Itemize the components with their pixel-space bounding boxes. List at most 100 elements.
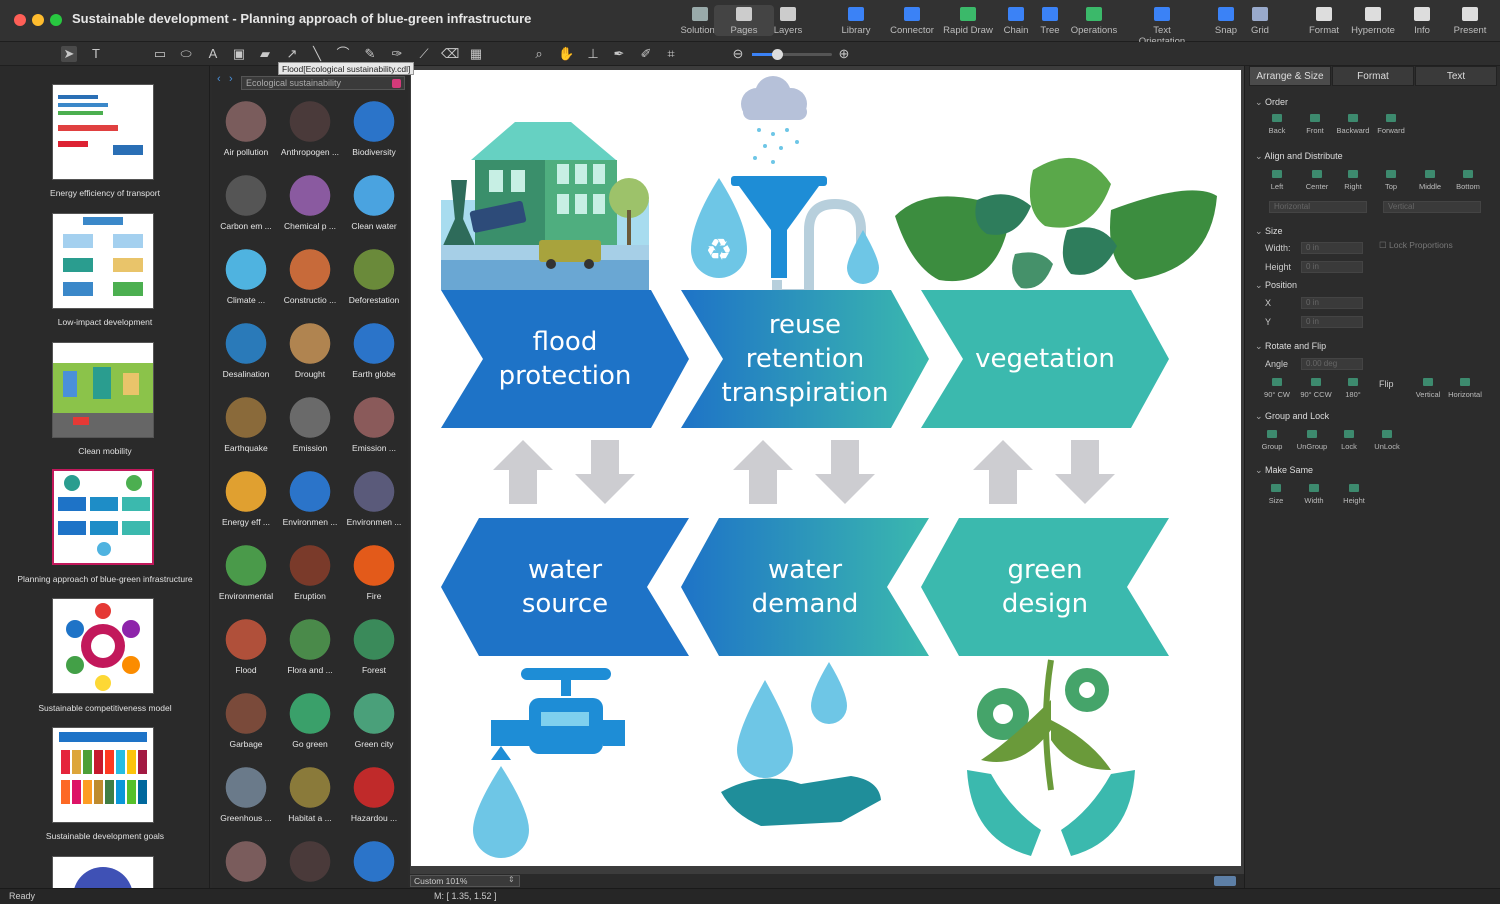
zoom-slider[interactable] bbox=[752, 49, 832, 60]
zoom-window-button[interactable] bbox=[50, 14, 62, 26]
distribute-horizontal-select[interactable]: Horizontal bbox=[1269, 201, 1367, 213]
canvas-area[interactable]: ♻ flood protection reuse retention trans… bbox=[410, 66, 1244, 874]
same-1-button[interactable]: Width bbox=[1295, 484, 1333, 505]
library-item[interactable]: Habitat a ... bbox=[278, 760, 342, 823]
arc-tool-icon[interactable]: ⌒ bbox=[335, 46, 351, 62]
x-field[interactable]: 0 in bbox=[1301, 297, 1363, 309]
toolbar-operations-button[interactable]: Operations bbox=[1064, 5, 1124, 36]
library-selector[interactable]: Ecological sustainability bbox=[241, 76, 405, 90]
text-tool-icon[interactable]: A bbox=[205, 46, 221, 62]
library-item[interactable] bbox=[342, 834, 406, 884]
flip-0-button[interactable]: Vertical bbox=[1409, 378, 1447, 399]
page-thumb-bluegreen[interactable] bbox=[52, 469, 154, 565]
library-item[interactable]: Climate ... bbox=[214, 242, 278, 305]
toolbar-present-button[interactable]: Present bbox=[1440, 5, 1500, 36]
library-item[interactable]: Eruption bbox=[278, 538, 342, 601]
label-tool-icon[interactable]: ▣ bbox=[231, 46, 247, 62]
zoom-select[interactable]: Custom 101% bbox=[410, 875, 520, 887]
zoom-out-icon[interactable]: ⊖ bbox=[730, 46, 746, 62]
group-0-button[interactable]: Group bbox=[1253, 430, 1291, 451]
align-5-button[interactable]: Bottom bbox=[1449, 170, 1487, 191]
format-painter-icon[interactable]: ✐ bbox=[638, 46, 654, 62]
align-3-button[interactable]: Top bbox=[1372, 170, 1410, 191]
stamp-icon[interactable]: ⊥ bbox=[585, 46, 601, 62]
library-item[interactable]: Earthquake bbox=[214, 390, 278, 453]
angle-field[interactable]: 0.00 deg bbox=[1301, 358, 1363, 370]
library-item[interactable]: Garbage bbox=[214, 686, 278, 749]
align-section[interactable]: Align and Distribute bbox=[1255, 151, 1343, 162]
order-1-button[interactable]: Front bbox=[1296, 114, 1334, 135]
distribute-vertical-select[interactable]: Vertical bbox=[1383, 201, 1481, 213]
library-item[interactable]: Carbon em ... bbox=[214, 168, 278, 231]
eraser-tool-icon[interactable]: ⌫ bbox=[441, 46, 459, 62]
text-box-tool-icon[interactable]: T bbox=[88, 46, 104, 62]
library-item[interactable]: Forest bbox=[342, 612, 406, 675]
size-section[interactable]: Size bbox=[1255, 226, 1283, 237]
position-section[interactable]: Position bbox=[1255, 280, 1297, 291]
order-3-button[interactable]: Forward bbox=[1372, 114, 1410, 135]
page-thumb-lid[interactable] bbox=[52, 213, 154, 309]
page-thumb-energy[interactable] bbox=[52, 84, 154, 180]
order-2-button[interactable]: Backward bbox=[1334, 114, 1372, 135]
library-item[interactable] bbox=[278, 834, 342, 884]
align-0-button[interactable]: Left bbox=[1258, 170, 1296, 191]
zoom-in-icon[interactable]: ⊕ bbox=[836, 46, 852, 62]
group-3-button[interactable]: UnLock bbox=[1368, 430, 1406, 451]
align-2-button[interactable]: Right bbox=[1334, 170, 1372, 191]
library-item[interactable]: Flora and ... bbox=[278, 612, 342, 675]
page-thumb-social[interactable] bbox=[52, 856, 154, 888]
library-item[interactable]: Hazardou ... bbox=[342, 760, 406, 823]
align-1-button[interactable]: Center bbox=[1298, 170, 1336, 191]
table-tool-icon[interactable]: ▦ bbox=[468, 46, 484, 62]
library-item[interactable]: Deforestation bbox=[342, 242, 406, 305]
bezier-tool-icon[interactable]: ✑ bbox=[389, 46, 405, 62]
pen-tool-icon[interactable]: ✎ bbox=[362, 46, 378, 62]
lock-proportions-checkbox[interactable]: ☐ Lock Proportions bbox=[1379, 240, 1453, 251]
tab-text[interactable]: Text bbox=[1415, 66, 1497, 86]
library-item[interactable]: Greenhous ... bbox=[214, 760, 278, 823]
same-2-button[interactable]: Height bbox=[1335, 484, 1373, 505]
toolbar-layers-button[interactable]: Layers bbox=[758, 5, 818, 36]
arrow-tool-icon[interactable]: ↗ bbox=[284, 46, 300, 62]
library-item[interactable]: Energy eff ... bbox=[214, 464, 278, 527]
library-item[interactable]: Earth globe bbox=[342, 316, 406, 379]
library-forward-icon[interactable]: › bbox=[229, 73, 233, 85]
y-field[interactable]: 0 in bbox=[1301, 316, 1363, 328]
pointer-tool-icon[interactable]: ➤ bbox=[61, 46, 77, 62]
library-item[interactable]: Clean water bbox=[342, 168, 406, 231]
group-section[interactable]: Group and Lock bbox=[1255, 411, 1329, 422]
group-2-button[interactable]: Lock bbox=[1330, 430, 1368, 451]
rectangle-tool-icon[interactable]: ▭ bbox=[152, 46, 168, 62]
library-item[interactable]: Emission bbox=[278, 390, 342, 453]
library-item[interactable]: Chemical p ... bbox=[278, 168, 342, 231]
rotate-1-button[interactable]: 90° CCW bbox=[1297, 378, 1335, 399]
library-item[interactable]: Green city bbox=[342, 686, 406, 749]
toolbar-grid-button[interactable]: Grid bbox=[1230, 5, 1290, 36]
library-item[interactable] bbox=[214, 834, 278, 884]
rotate-2-button[interactable]: 180° bbox=[1334, 378, 1372, 399]
width-field[interactable]: 0 in bbox=[1301, 242, 1363, 254]
library-item[interactable]: Drought bbox=[278, 316, 342, 379]
height-field[interactable]: 0 in bbox=[1301, 261, 1363, 273]
diagram-page[interactable]: ♻ flood protection reuse retention trans… bbox=[411, 70, 1241, 866]
library-item[interactable]: Anthropogen ... bbox=[278, 94, 342, 157]
crop-icon[interactable]: ⌗ bbox=[663, 46, 679, 62]
align-4-button[interactable]: Middle bbox=[1411, 170, 1449, 191]
page-thumb-sdg[interactable] bbox=[52, 727, 154, 823]
library-item[interactable]: Emission ... bbox=[342, 390, 406, 453]
minimize-window-button[interactable] bbox=[32, 14, 44, 26]
page-thumb-mobility[interactable] bbox=[52, 342, 154, 438]
library-item[interactable]: Environmen ... bbox=[342, 464, 406, 527]
page-thumb-competitiveness[interactable] bbox=[52, 598, 154, 694]
rotate-0-button[interactable]: 90° CW bbox=[1258, 378, 1296, 399]
library-item[interactable]: Biodiversity bbox=[342, 94, 406, 157]
close-window-button[interactable] bbox=[14, 14, 26, 26]
pan-hand-icon[interactable]: ✋ bbox=[558, 46, 574, 62]
toolbar-text-orientation-button[interactable]: Text Orientation bbox=[1132, 5, 1192, 47]
library-item[interactable]: Environmen ... bbox=[278, 464, 342, 527]
library-item[interactable]: Air pollution bbox=[214, 94, 278, 157]
zoom-search-icon[interactable]: ⌕ bbox=[531, 46, 547, 62]
line-tool-icon[interactable]: ╲ bbox=[309, 46, 325, 62]
library-back-icon[interactable]: ‹ bbox=[217, 73, 221, 85]
group-1-button[interactable]: UnGroup bbox=[1293, 430, 1331, 451]
